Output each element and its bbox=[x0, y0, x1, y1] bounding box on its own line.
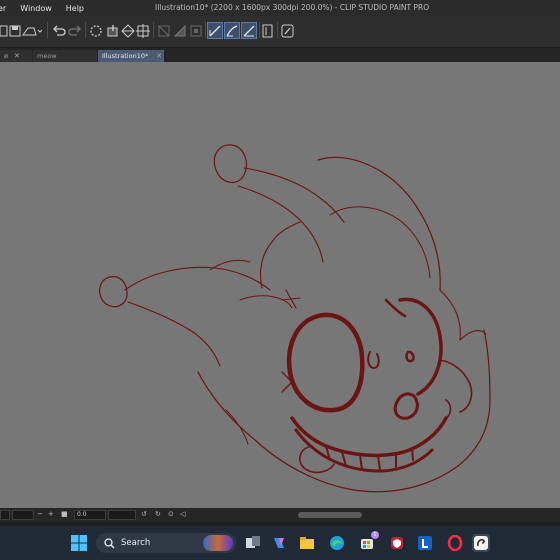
help-icon[interactable] bbox=[281, 22, 294, 39]
opera-icon[interactable] bbox=[446, 534, 464, 552]
rotation-slider[interactable] bbox=[108, 510, 136, 520]
store-icon[interactable]: 1 bbox=[358, 531, 379, 552]
tab-illustration10[interactable]: Illustration10* ✕ bbox=[98, 50, 164, 62]
transform-icon[interactable] bbox=[121, 22, 135, 39]
notification-badge: 1 bbox=[371, 531, 379, 539]
scale-slider[interactable] bbox=[12, 510, 34, 520]
loading-icon[interactable] bbox=[89, 22, 103, 39]
taskbar-search[interactable]: Search bbox=[96, 533, 236, 553]
command-bar bbox=[0, 16, 560, 48]
search-icon bbox=[104, 537, 115, 548]
taskbar: Search 1 bbox=[0, 526, 560, 560]
new-file-icon[interactable] bbox=[0, 22, 8, 39]
rotation-field[interactable]: 0.0 bbox=[74, 510, 106, 520]
fill-icon[interactable] bbox=[106, 22, 120, 39]
stabilize-3-icon[interactable] bbox=[241, 22, 257, 39]
save-icon[interactable] bbox=[9, 22, 21, 39]
stabilize-2-icon[interactable] bbox=[224, 22, 240, 39]
snap-perspective-icon[interactable] bbox=[189, 22, 203, 39]
title-bar: er Window Help Illustration10* (2200 x 1… bbox=[0, 0, 560, 16]
fit-icon[interactable]: ■ bbox=[61, 510, 68, 518]
status-bar: − + ■ 0.0 ↺ ↻ ⊙ ◁ bbox=[0, 508, 560, 522]
window-title: Illustration10* (2200 x 1600px 300dpi 20… bbox=[155, 3, 430, 12]
tab-label: ø bbox=[4, 52, 8, 60]
redo-icon[interactable] bbox=[68, 22, 82, 39]
undo-icon[interactable] bbox=[52, 22, 66, 39]
close-icon[interactable]: ✕ bbox=[156, 52, 162, 60]
edge-icon[interactable] bbox=[328, 534, 346, 552]
scale-field[interactable] bbox=[0, 510, 10, 520]
tab-label: meow bbox=[37, 52, 57, 60]
stabilize-1-icon[interactable] bbox=[207, 22, 223, 39]
rotate-left-icon[interactable]: ↺ bbox=[141, 510, 147, 518]
pen-tablet-icon[interactable] bbox=[262, 22, 274, 39]
menu-item-window[interactable]: Window bbox=[20, 4, 52, 13]
snap-grid-icon[interactable] bbox=[157, 22, 171, 39]
menu-item-layer[interactable]: er bbox=[0, 4, 6, 13]
security-icon[interactable] bbox=[388, 534, 406, 552]
horizontal-scrollbar[interactable] bbox=[298, 512, 362, 518]
snap-ruler-icon[interactable] bbox=[173, 22, 187, 39]
zoom-in-icon[interactable]: + bbox=[48, 510, 54, 518]
search-placeholder: Search bbox=[121, 538, 151, 548]
canvas-area[interactable] bbox=[0, 62, 560, 508]
zoom-out-icon[interactable]: − bbox=[37, 510, 43, 518]
reset-rotation-icon[interactable]: ⊙ bbox=[168, 510, 174, 518]
tab-label: Illustration10* bbox=[102, 52, 149, 60]
windows-start-icon[interactable] bbox=[70, 534, 88, 552]
task-view-icon[interactable] bbox=[244, 534, 262, 552]
file-explorer-icon[interactable] bbox=[298, 534, 316, 552]
app-l-icon[interactable] bbox=[416, 534, 434, 552]
print-icon[interactable] bbox=[22, 22, 42, 39]
search-highlight-image bbox=[203, 535, 233, 551]
clip-studio-icon[interactable] bbox=[472, 534, 490, 552]
document-tab-bar: ø ✕ meow Illustration10* ✕ bbox=[0, 48, 560, 62]
crop-icon[interactable] bbox=[136, 22, 150, 39]
flip-icon[interactable]: ◁ bbox=[180, 510, 185, 518]
copilot-icon[interactable] bbox=[270, 534, 288, 552]
rotate-right-icon[interactable]: ↻ bbox=[155, 510, 161, 518]
close-icon[interactable]: ✕ bbox=[14, 52, 20, 60]
sketch-drawing bbox=[99, 144, 491, 493]
tab-meow[interactable]: meow bbox=[33, 50, 97, 62]
tab-previous[interactable]: ø ✕ bbox=[0, 50, 32, 62]
menu-bar: er Window Help bbox=[0, 4, 98, 13]
menu-item-help[interactable]: Help bbox=[66, 4, 84, 13]
